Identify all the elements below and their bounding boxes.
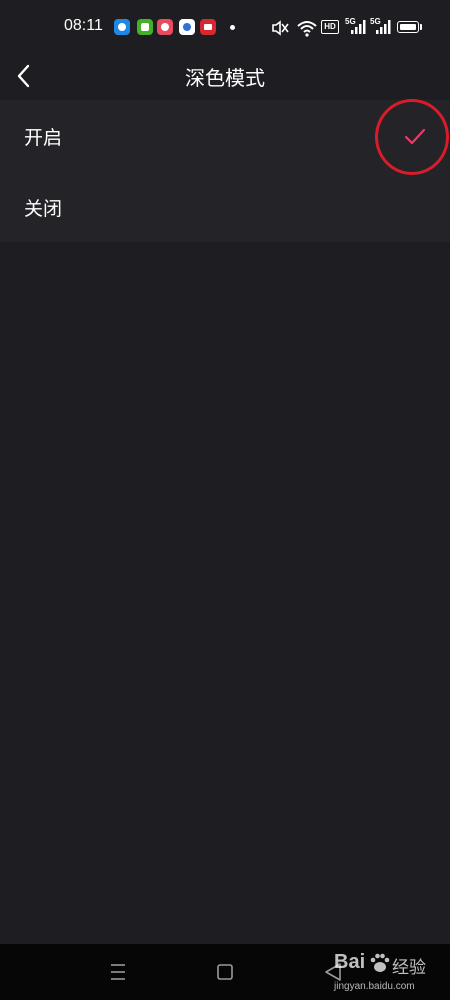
mute-icon <box>272 20 289 36</box>
signal-5g-icon <box>351 20 366 34</box>
screen: 08:11 HD 5G 5G 深色模式 开启 关闭 Bai 经验 jingyan… <box>0 0 450 1000</box>
option-label: 开启 <box>24 127 63 149</box>
app-baidu-icon <box>179 19 195 35</box>
signal-5g-icon <box>376 20 391 34</box>
app-blue-icon <box>114 19 130 35</box>
header: 深色模式 <box>0 56 450 100</box>
menu-icon <box>111 964 125 980</box>
status-time: 08:11 <box>64 17 103 34</box>
triangle-back-icon <box>325 963 341 981</box>
navigation-bar <box>0 944 450 1000</box>
home-button[interactable] <box>195 944 255 1000</box>
menu-button[interactable] <box>88 944 148 1000</box>
battery-icon <box>397 21 419 33</box>
more-notifications-icon <box>230 25 235 30</box>
back-nav-button[interactable] <box>304 944 364 1000</box>
page-title: 深色模式 <box>185 66 265 90</box>
option-on[interactable]: 开启 <box>0 100 450 171</box>
check-icon <box>404 128 426 145</box>
app-news-icon <box>200 19 216 35</box>
option-off[interactable]: 关闭 <box>0 171 450 242</box>
hd-icon: HD <box>321 20 339 34</box>
square-icon <box>217 964 233 980</box>
app-red-icon <box>157 19 173 35</box>
status-bar: 08:11 HD 5G 5G <box>0 0 450 56</box>
options-list: 开启 关闭 <box>0 100 450 242</box>
battery-tip <box>420 24 422 30</box>
wifi-icon <box>297 21 317 37</box>
app-green-icon <box>137 19 153 35</box>
option-label: 关闭 <box>24 198 63 220</box>
